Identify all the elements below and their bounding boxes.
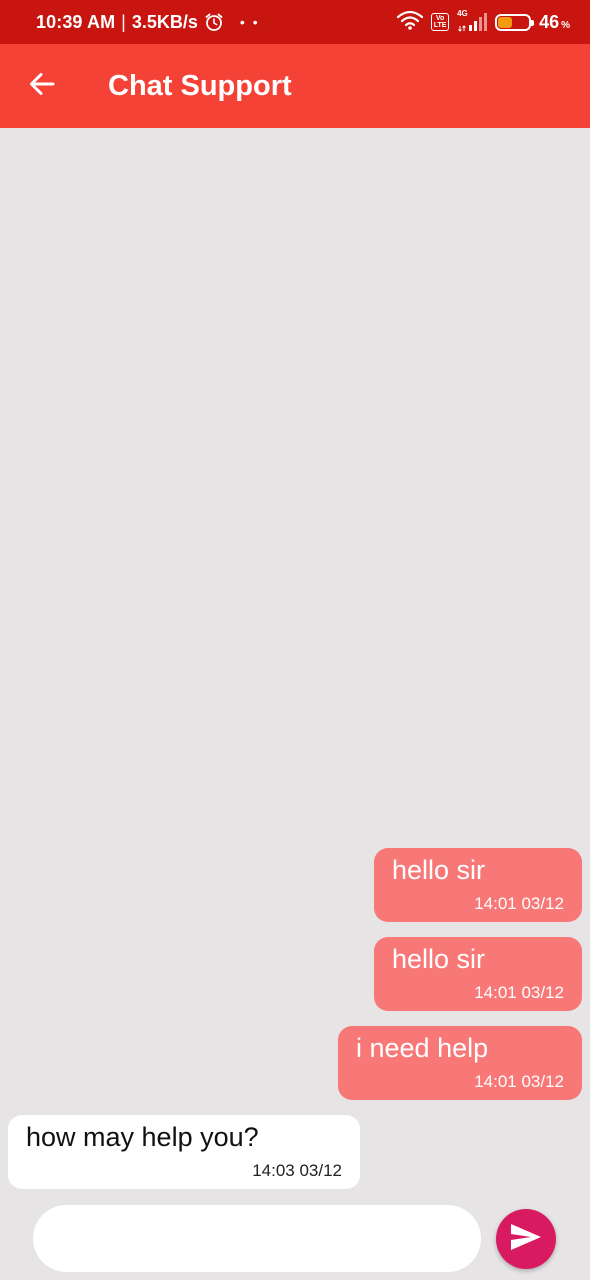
volte-icon: Vo LTE — [431, 13, 450, 31]
battery-tip — [531, 19, 535, 26]
message-bubble-sent[interactable]: hello sir 14:01 03/12 — [374, 848, 582, 922]
message-text: i need help — [356, 1033, 489, 1063]
wifi-icon — [396, 10, 424, 35]
signal-icon: 4G — [457, 9, 488, 33]
battery-fill — [498, 16, 512, 28]
message-time: 14:03 03/12 — [252, 1161, 342, 1180]
status-time: 10:39 AM — [36, 11, 116, 32]
arrow-back-icon — [28, 70, 56, 103]
page-title: Chat Support — [108, 69, 292, 102]
message-input[interactable] — [33, 1205, 481, 1272]
message-text: hello sir — [392, 944, 486, 974]
network-speed: 3.5KB/s — [131, 11, 198, 32]
chat-message-list[interactable]: hello sir 14:01 03/12 hello sir 14:01 03… — [0, 128, 590, 1193]
send-button[interactable] — [496, 1209, 556, 1269]
alarm-icon — [204, 12, 224, 32]
battery-unit: % — [561, 19, 570, 31]
battery-icon — [495, 13, 535, 31]
message-time: 14:01 03/12 — [474, 983, 564, 1002]
message-time: 14:01 03/12 — [474, 894, 564, 913]
back-button[interactable] — [0, 44, 84, 128]
status-bar: 10:39 AM | 3.5KB/s • • Vo LTE 4G 46 % — [0, 0, 590, 44]
volte-bottom: LTE — [433, 22, 447, 29]
status-right: Vo LTE 4G 46% — [396, 9, 570, 35]
app-bar: Chat Support — [0, 44, 590, 128]
message-bubble-received[interactable]: how may help you? 14:03 03/12 — [8, 1115, 360, 1189]
status-separator: | — [121, 11, 126, 32]
volte-top: Vo — [435, 15, 445, 22]
message-text: how may help you? — [26, 1122, 259, 1152]
notification-dots: • • — [239, 14, 260, 30]
send-icon — [509, 1222, 543, 1257]
message-time: 14:01 03/12 — [474, 1072, 564, 1091]
battery-level: 46 — [539, 11, 560, 32]
message-bubble-sent[interactable]: hello sir 14:01 03/12 — [374, 937, 582, 1011]
battery-percentage: 46% — [539, 12, 570, 33]
message-text: hello sir — [392, 855, 486, 885]
status-left: 10:39 AM | 3.5KB/s • • — [36, 12, 260, 33]
message-bubble-sent[interactable]: i need help 14:01 03/12 — [338, 1026, 582, 1100]
